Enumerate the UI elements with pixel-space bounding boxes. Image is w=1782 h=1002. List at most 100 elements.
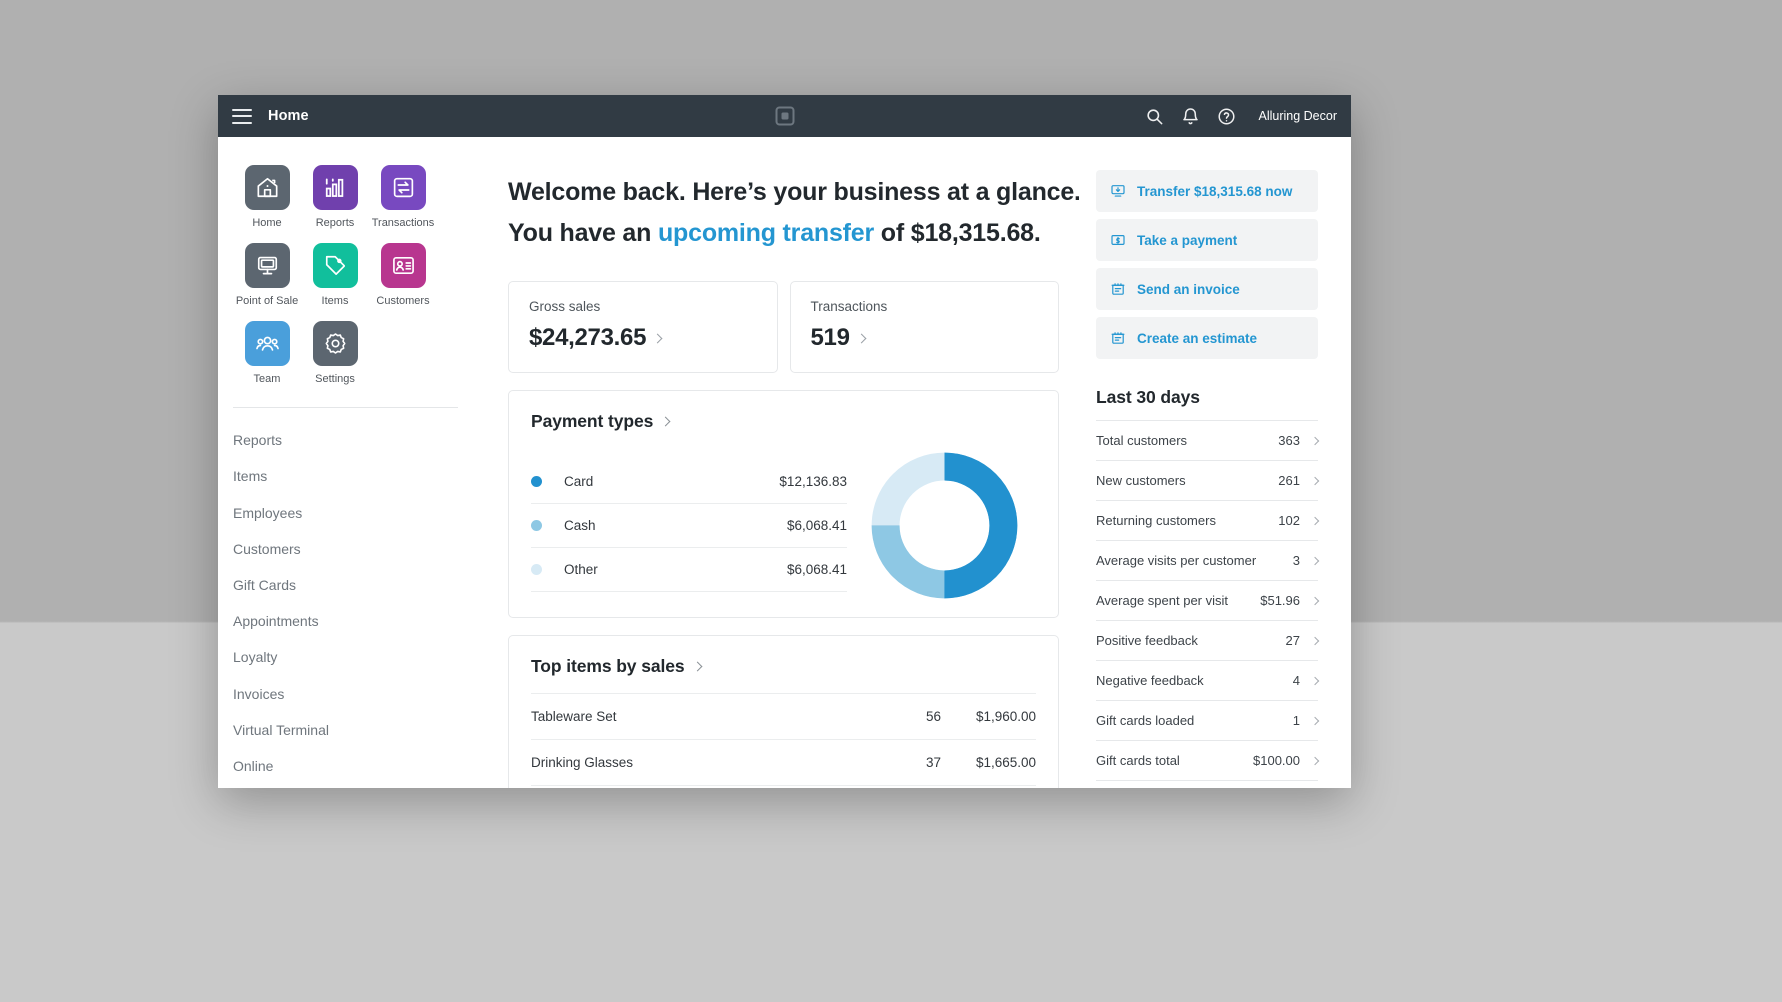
metric-new-customers[interactable]: New customers 261	[1096, 460, 1320, 500]
metric-value: 3	[1292, 553, 1300, 568]
sidebar-item-gift-cards[interactable]: Gift Cards	[218, 567, 473, 603]
chevron-right-icon	[1310, 596, 1320, 605]
topbar-actions: Alluring Decor	[1145, 107, 1337, 126]
metric-gift-cards-total[interactable]: Gift cards total $100.00	[1096, 740, 1320, 781]
chevron-right-icon	[856, 333, 867, 343]
stat-value-wrap: 519	[811, 324, 1039, 352]
tile-settings[interactable]: Settings	[301, 321, 369, 385]
metric-value: $100.00	[1253, 753, 1300, 768]
tile-point-of-sale[interactable]: Point of Sale	[233, 243, 301, 307]
payment-types-panel: Payment types Card $12,136.83 Cash $6,06…	[508, 390, 1059, 618]
tile-label: Settings	[315, 373, 355, 386]
tile-customers[interactable]: Customers	[369, 243, 437, 307]
tile-home[interactable]: Home	[233, 165, 301, 229]
top-items-title-link[interactable]: Top items by sales	[531, 656, 1036, 677]
payment-name: Card	[564, 473, 594, 489]
sidebar-item-customers[interactable]: Customers	[218, 531, 473, 567]
app-tile-grid: Home Reports Transactions Point of Sale …	[218, 165, 473, 385]
table-row[interactable]: Drinking Glasses 37 $1,665.00	[531, 739, 1036, 785]
metric-average-visits-per-customer[interactable]: Average visits per customer 3	[1096, 540, 1320, 580]
people-icon	[255, 336, 279, 351]
metric-label: Returning customers	[1096, 513, 1216, 528]
legend-dot-other	[531, 563, 542, 575]
tile-label: Point of Sale	[235, 295, 299, 308]
bell-icon[interactable]	[1181, 107, 1200, 126]
send-invoice-button[interactable]: Send an invoice	[1096, 268, 1318, 310]
transfer-now-button[interactable]: Transfer $18,315.68 now	[1096, 170, 1318, 212]
create-estimate-button[interactable]: Create an estimate	[1096, 317, 1318, 359]
dollar-bill-icon	[1110, 232, 1126, 248]
metric-positive-feedback[interactable]: Positive feedback 27	[1096, 620, 1320, 660]
metric-value: 261	[1278, 473, 1300, 488]
sidebar-item-online[interactable]: Online	[218, 748, 473, 784]
sidebar-item-loyalty[interactable]: Loyalty	[218, 639, 473, 675]
metric-value: 4	[1292, 673, 1300, 688]
tile-icon-box	[312, 165, 358, 210]
tile-icon-box	[380, 165, 426, 210]
sidebar-item-invoices[interactable]: Invoices	[218, 676, 473, 712]
chevron-right-icon	[1310, 716, 1320, 725]
app-body: Home Reports Transactions Point of Sale …	[218, 137, 1351, 788]
metric-label: Positive feedback	[1096, 633, 1198, 648]
chevron-right-icon	[1310, 516, 1320, 525]
table-row[interactable]: Tableware Set 56 $1,960.00	[531, 693, 1036, 739]
bar-chart-icon	[325, 178, 343, 197]
tile-label: Customers	[376, 295, 430, 308]
tile-icon-box	[312, 321, 358, 367]
payment-row-card: Card $12,136.83	[531, 460, 847, 504]
stat-label: Gross sales	[529, 299, 601, 314]
payment-row-cash: Cash $6,068.41	[531, 504, 847, 548]
search-icon[interactable]	[1145, 107, 1164, 126]
take-payment-button[interactable]: Take a payment	[1096, 219, 1318, 261]
welcome-headline-line2: You have an upcoming transfer of $18,315…	[508, 213, 1059, 254]
metric-average-spent-per-visit[interactable]: Average spent per visit $51.96	[1096, 580, 1320, 620]
tile-icon-box	[312, 243, 358, 289]
table-row[interactable]: Throw Pillows 29 $1,015.00	[531, 785, 1036, 788]
sidebar-item-appointments[interactable]: Appointments	[218, 603, 473, 639]
metric-total-customers[interactable]: Total customers 363	[1096, 420, 1320, 460]
payment-name: Other	[564, 561, 598, 577]
metric-returning-customers[interactable]: Returning customers 102	[1096, 500, 1320, 540]
headline-text-pre: You have an	[508, 218, 658, 247]
page-title: Home	[268, 108, 309, 124]
tile-items[interactable]: Items	[301, 243, 369, 307]
merchant-name[interactable]: Alluring Decor	[1258, 109, 1337, 123]
welcome-headline-line1: Welcome back. Here’s your business at a …	[508, 178, 1079, 206]
monitor-icon	[257, 256, 277, 275]
upcoming-transfer-link[interactable]: upcoming transfer	[658, 219, 874, 247]
sidebar-item-employees[interactable]: Employees	[218, 495, 473, 531]
metric-gift-cards-loaded[interactable]: Gift cards loaded 1	[1096, 700, 1320, 740]
hamburger-icon[interactable]	[232, 108, 252, 124]
tile-reports[interactable]: Reports	[301, 165, 369, 229]
metric-value: 27	[1285, 633, 1300, 648]
payment-types-title-link[interactable]: Payment types	[531, 411, 1036, 432]
chevron-right-icon	[1310, 476, 1320, 485]
metric-negative-feedback[interactable]: Negative feedback 4	[1096, 660, 1320, 700]
contact-card-icon	[392, 257, 414, 275]
chevron-right-icon	[660, 416, 671, 427]
chevron-right-icon	[1310, 636, 1320, 645]
metric-value: $51.96	[1260, 593, 1300, 608]
sidebar-item-virtual-terminal[interactable]: Virtual Terminal	[218, 712, 473, 748]
square-logo-icon	[775, 106, 794, 126]
action-label: Create an estimate	[1137, 330, 1258, 346]
tile-transactions[interactable]: Transactions	[369, 165, 437, 229]
payment-types-list: Card $12,136.83 Cash $6,068.41 Other $6,…	[531, 460, 847, 592]
tile-team[interactable]: Team	[233, 321, 301, 385]
tile-icon-box	[244, 321, 290, 367]
payment-amount: $6,068.41	[786, 561, 847, 577]
panel-title-text: Top items by sales	[531, 656, 685, 676]
sidebar-item-integrations[interactable]: Integrations	[218, 784, 473, 788]
stat-card-transactions[interactable]: Transactions 519	[789, 281, 1059, 373]
stat-value: 519	[810, 324, 850, 351]
sidebar-item-items[interactable]: Items	[218, 458, 473, 494]
headline-text-post: of $18,315.68.	[874, 218, 1041, 247]
sidebar-item-reports[interactable]: Reports	[218, 422, 473, 458]
last-30-days-heading: Last 30 days	[1096, 387, 1200, 407]
question-circle-icon[interactable]	[1217, 107, 1236, 126]
tile-label: Items	[321, 295, 349, 308]
metric-label: Gift cards total	[1096, 753, 1180, 768]
stat-card-gross-sales[interactable]: Gross sales $24,273.65	[508, 281, 778, 373]
item-name: Drinking Glasses	[531, 755, 634, 770]
stat-value: $24,273.65	[529, 324, 647, 351]
